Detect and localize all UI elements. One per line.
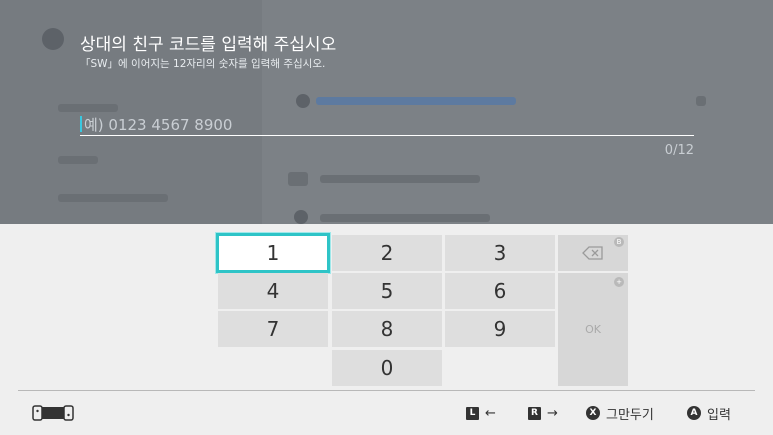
background-avatar xyxy=(42,28,64,50)
backspace-icon xyxy=(582,246,603,260)
right-arrow-icon: → xyxy=(547,405,558,421)
confirm-label: 입력 xyxy=(707,407,731,423)
background-icon xyxy=(294,210,308,224)
l-button-icon: L xyxy=(466,406,479,420)
footer-divider xyxy=(18,390,755,391)
key-9[interactable]: 9 xyxy=(445,311,555,347)
next-cursor-hint[interactable]: R → xyxy=(528,403,558,423)
controller-icon xyxy=(32,403,74,423)
dialog-title: 상대의 친구 코드를 입력해 주십시오 xyxy=(80,35,337,55)
a-button-icon: A xyxy=(687,406,701,420)
ok-label: OK xyxy=(585,323,601,336)
background-menu-item xyxy=(58,104,118,112)
key-0[interactable]: 0 xyxy=(332,350,442,386)
text-caret xyxy=(80,116,82,132)
background-menu-item xyxy=(58,194,168,202)
key-8[interactable]: 8 xyxy=(332,311,442,347)
x-button-icon: X xyxy=(586,406,600,420)
dialog-subtitle: 「SW」에 이어지는 12자리의 숫자를 입력해 주십시오. xyxy=(80,58,326,70)
background-menu-item xyxy=(58,156,98,164)
background-icon xyxy=(288,172,308,186)
key-3[interactable]: 3 xyxy=(445,235,555,271)
plus-button-badge: + xyxy=(614,277,624,287)
background-menu-item xyxy=(320,214,490,222)
background-icon xyxy=(696,96,706,106)
cancel-button[interactable]: X 그만두기 xyxy=(586,403,654,423)
key-5[interactable]: 5 xyxy=(332,273,442,309)
friend-code-placeholder: 예) 0123 4567 8900 xyxy=(84,116,233,134)
confirm-button[interactable]: A 입력 xyxy=(687,403,731,423)
key-7[interactable]: 7 xyxy=(218,311,328,347)
ok-key[interactable]: OK xyxy=(558,273,628,386)
prev-cursor-hint[interactable]: L ← xyxy=(466,403,496,423)
b-button-badge: B xyxy=(614,237,624,247)
key-6[interactable]: 6 xyxy=(445,273,555,309)
key-2[interactable]: 2 xyxy=(332,235,442,271)
friend-code-input[interactable]: 예) 0123 4567 8900 xyxy=(80,113,694,136)
key-4[interactable]: 4 xyxy=(218,273,328,309)
background-icon xyxy=(296,94,310,108)
background-menu-item xyxy=(320,175,480,183)
left-arrow-icon: ← xyxy=(485,405,496,421)
background-link xyxy=(316,97,516,105)
character-counter: 0/12 xyxy=(664,143,694,158)
cancel-label: 그만두기 xyxy=(606,407,654,423)
r-button-icon: R xyxy=(528,406,541,420)
key-1[interactable]: 1 xyxy=(216,233,330,273)
